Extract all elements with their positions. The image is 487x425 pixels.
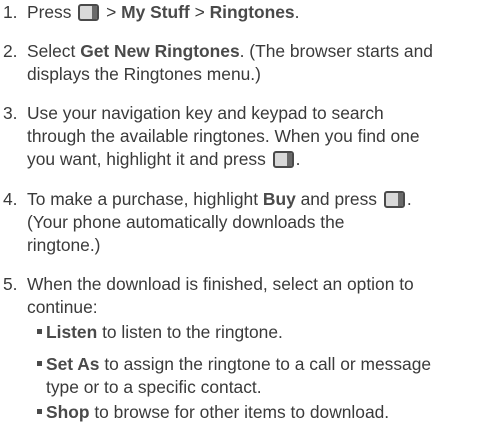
- menu-key-icon: [78, 4, 100, 21]
- square-bullet-icon: [37, 361, 42, 366]
- step-line: Press > My Stuff > Ringtones.: [27, 1, 487, 24]
- step-line: Use your navigation key and keypad to se…: [27, 103, 384, 123]
- step-number: 5.: [3, 274, 18, 294]
- step-text: Press > My Stuff > Ringtones.: [27, 1, 487, 24]
- step-text-part: and press: [300, 189, 377, 209]
- option-label: Shop: [46, 402, 90, 422]
- punctuation: .: [406, 189, 412, 209]
- step-number: 1.: [3, 2, 18, 22]
- step-line: you want, highlight it and press .: [27, 148, 487, 171]
- menu-option: Buy: [262, 189, 296, 209]
- step-text-part: To make a purchase, highlight: [27, 189, 259, 209]
- ok-key-icon: [272, 151, 294, 168]
- step-line: To make a purchase, highlight Buy and pr…: [27, 188, 487, 211]
- square-bullet-icon: [37, 329, 42, 334]
- square-bullet-icon: [37, 409, 42, 414]
- step-line: continue:: [27, 297, 98, 317]
- instruction-document: 1. Press > My Stuff > Ringtones. 2. Sele…: [0, 0, 487, 425]
- option-text: to assign the ringtone to a call or mess…: [104, 354, 432, 374]
- option-text: to browse for other items to download.: [94, 402, 390, 422]
- punctuation: .: [294, 2, 300, 22]
- menu-option: Get New Ringtones: [80, 41, 240, 61]
- step-text: Use your navigation key and keypad to se…: [27, 102, 487, 171]
- step-text-part: Select: [27, 41, 76, 61]
- option-listen: Listen to listen to the ringtone.: [37, 321, 487, 344]
- step-number: 2.: [3, 41, 18, 61]
- option-label: Set As: [46, 354, 100, 374]
- separator: >: [106, 2, 117, 22]
- step-number: 4.: [3, 189, 18, 209]
- step-line: (Your phone automatically downloads the: [27, 212, 345, 232]
- step-text: Select Get New Ringtones. (The browser s…: [27, 40, 487, 86]
- ok-key-icon: [383, 191, 405, 208]
- option-label: Listen: [46, 322, 98, 342]
- punctuation: .: [295, 149, 301, 169]
- separator: >: [194, 2, 205, 22]
- step-line: displays the Ringtones menu.): [27, 64, 261, 84]
- menu-path-item: Ringtones: [209, 2, 295, 22]
- step-text-part: you want, highlight it and press: [27, 149, 266, 169]
- step-line: through the available ringtones. When yo…: [27, 126, 420, 146]
- option-line: Shop to browse for other items to downlo…: [37, 401, 487, 424]
- option-shop: Shop to browse for other items to downlo…: [37, 401, 487, 424]
- step-number: 3.: [3, 103, 18, 123]
- menu-path-item: My Stuff: [121, 2, 190, 22]
- step-line: Select Get New Ringtones. (The browser s…: [27, 40, 487, 63]
- step-text: To make a purchase, highlight Buy and pr…: [27, 188, 487, 257]
- step-text: When the download is finished, select an…: [27, 273, 487, 319]
- step-line: When the download is finished, select an…: [27, 274, 414, 294]
- option-line: type or to a specific contact.: [46, 377, 262, 397]
- step-line: ringtone.): [27, 235, 101, 255]
- option-line: Set As to assign the ringtone to a call …: [37, 353, 487, 376]
- option-set-as: Set As to assign the ringtone to a call …: [37, 353, 487, 399]
- option-text: to listen to the ringtone.: [102, 322, 283, 342]
- step-text-part: Press: [27, 2, 72, 22]
- step-text-part: . (The browser starts and: [239, 41, 433, 61]
- option-line: Listen to listen to the ringtone.: [37, 321, 487, 344]
